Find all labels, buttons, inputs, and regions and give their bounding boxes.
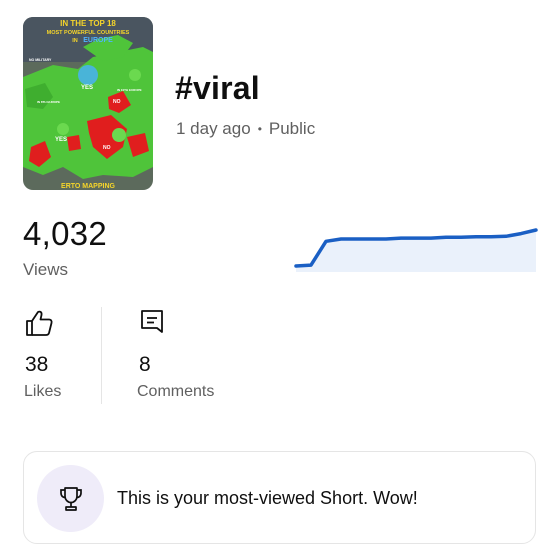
video-title: #viral [175,70,260,106]
views-sparkline [294,228,538,272]
svg-text:IN: IN [72,38,78,44]
likes-label: Likes [24,383,62,400]
visibility-status: Public [268,119,316,138]
comments-stat: 8 Comments [137,308,214,400]
stats-divider [101,307,102,404]
thumbnail-map-image: IN THE TOP 18 MOST POWERFUL COUNTRIES IN… [23,17,153,190]
svg-text:YES: YES [55,137,67,143]
comment-icon [141,310,163,333]
trophy-icon [59,486,82,511]
video-thumbnail[interactable]: IN THE TOP 18 MOST POWERFUL COUNTRIES IN… [23,17,153,190]
thumbs-up-icon [26,310,53,336]
svg-text:IN 8TH EUROPE: IN 8TH EUROPE [37,100,60,104]
svg-text:EUROPE: EUROPE [83,37,113,44]
svg-text:IN 10TH EUROPE: IN 10TH EUROPE [117,88,142,92]
svg-text:NO MILITARY: NO MILITARY [29,58,52,62]
comments-count: 8 [139,353,151,376]
most-viewed-message: This is your most-viewed Short. Wow! [117,488,418,508]
meta-separator: • [257,122,262,136]
likes-stat: 38 Likes [24,308,61,400]
svg-text:IN THE TOP 18: IN THE TOP 18 [60,19,116,28]
likes-count: 38 [25,353,49,376]
comments-label: Comments [137,383,215,400]
trophy-badge [37,465,104,532]
views-label: Views [23,260,69,279]
views-count: 4,032 [23,215,108,252]
upload-age: 1 day ago [176,119,251,138]
video-meta: 1 day ago • Public [176,119,315,139]
most-viewed-card: This is your most-viewed Short. Wow! [23,451,536,544]
svg-text:MOST POWERFUL COUNTRIES: MOST POWERFUL COUNTRIES [47,30,130,36]
svg-text:NO: NO [103,145,111,151]
svg-text:YES: YES [81,85,93,91]
svg-text:NO: NO [113,99,121,105]
svg-text:ERTO MAPPING: ERTO MAPPING [61,183,115,190]
